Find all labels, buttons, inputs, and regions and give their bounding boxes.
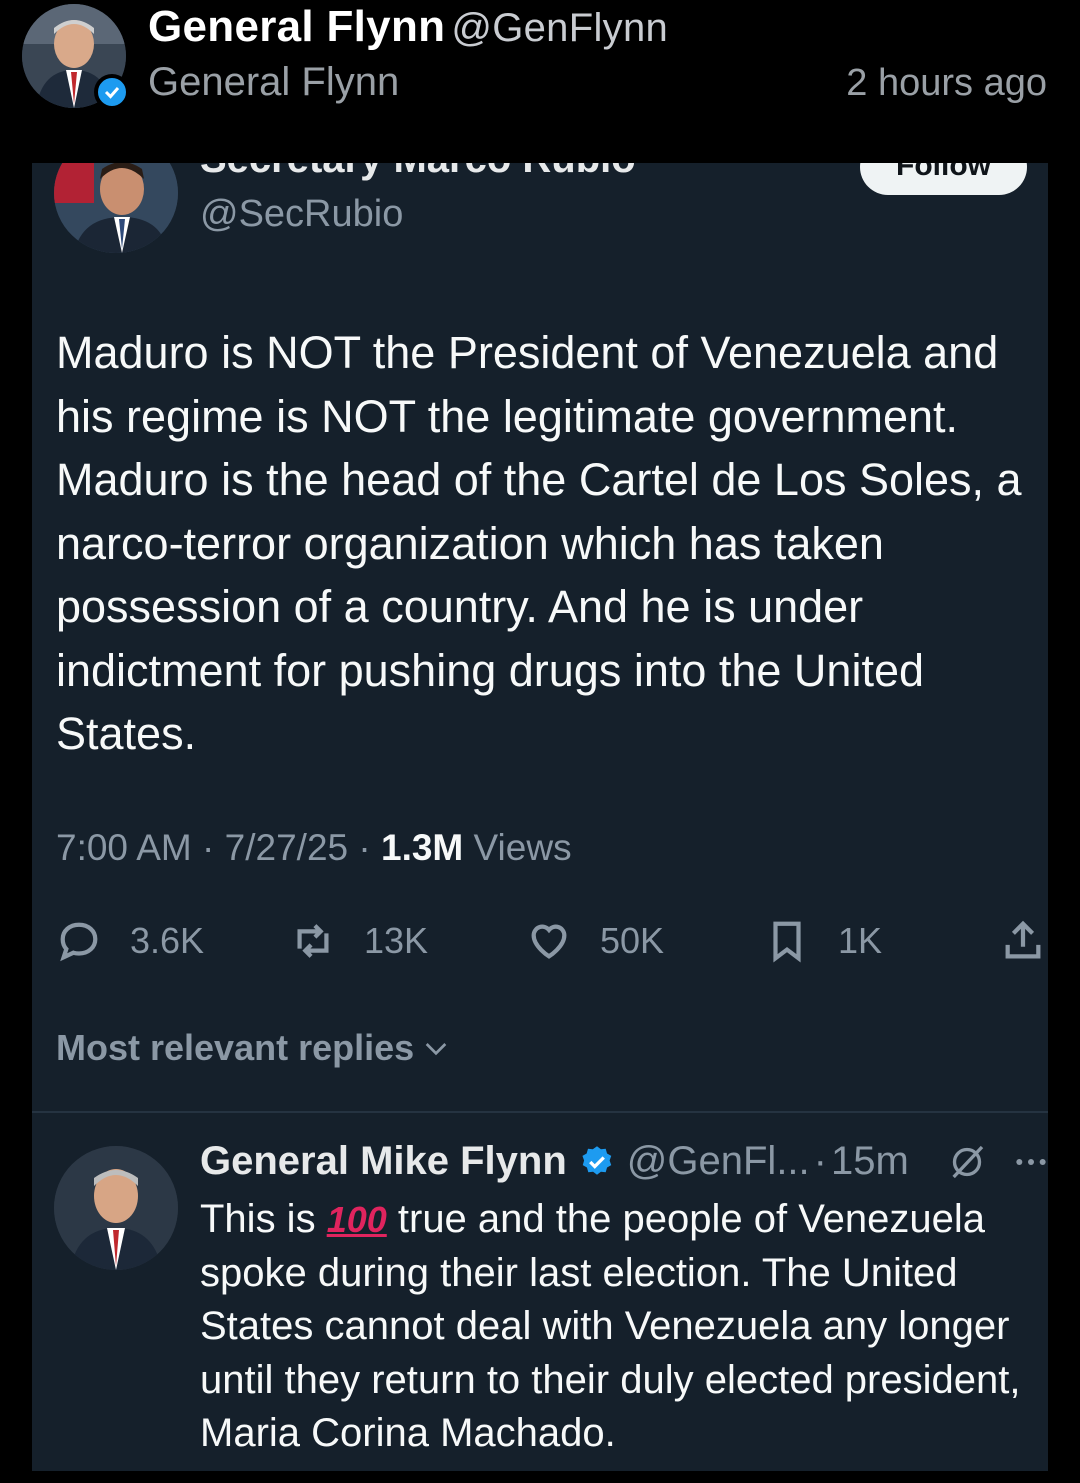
tweet-time: 7:00 AM bbox=[56, 827, 192, 868]
more-options-icon[interactable] bbox=[1011, 1142, 1048, 1182]
reply-header: General Mike Flynn @GenFl... · 15m bbox=[200, 1139, 1048, 1184]
like-count: 50K bbox=[600, 920, 665, 961]
follow-button[interactable]: Follow bbox=[860, 163, 1027, 195]
bookmark-count: 1K bbox=[838, 920, 883, 961]
rubio-avatar[interactable] bbox=[54, 163, 178, 253]
poster-name-line: General Flynn @GenFlynn bbox=[148, 2, 668, 52]
post-header: General Flynn @GenFlynn General Flynn 2 h… bbox=[0, 0, 1080, 140]
tweet-date: 7/27/25 bbox=[224, 827, 349, 868]
heart-icon bbox=[531, 924, 567, 959]
verified-badge-icon bbox=[582, 1145, 612, 1175]
replies-sort-label: Most relevant replies bbox=[56, 1027, 415, 1068]
repost-action[interactable]: 13K bbox=[290, 918, 428, 964]
replies-sort-dropdown[interactable]: Most relevant replies bbox=[56, 1027, 452, 1069]
reply-time: 15m bbox=[830, 1139, 909, 1183]
post-timestamp: 2 hours ago bbox=[846, 62, 1047, 104]
reply-icon bbox=[60, 922, 98, 962]
repost-icon bbox=[297, 924, 329, 958]
reply-body: This is 100 true and the people of Venez… bbox=[200, 1193, 1048, 1461]
separator-dot: · bbox=[813, 1139, 827, 1183]
bookmark-icon bbox=[773, 921, 801, 963]
rubio-name-cropped: Secretary Marco Rubio bbox=[200, 163, 636, 182]
share-icon bbox=[1005, 920, 1041, 959]
reply-body-start: This is bbox=[200, 1197, 327, 1241]
tweet-body: Maduro is NOT the President of Venezuela… bbox=[56, 327, 1022, 759]
rubio-handle[interactable]: @SecRubio bbox=[200, 193, 403, 236]
views-label: Views bbox=[473, 827, 572, 868]
reply-author-handle[interactable]: @GenFl... bbox=[627, 1139, 810, 1184]
embedded-tweet-screenshot: Secretary Marco Rubio Follow @SecRubio M… bbox=[32, 163, 1048, 1471]
share-action[interactable] bbox=[1000, 918, 1046, 964]
grok-icon[interactable] bbox=[947, 1142, 987, 1182]
poster-subtitle: General Flynn bbox=[148, 60, 400, 104]
repost-count: 13K bbox=[364, 920, 429, 961]
divider bbox=[32, 1111, 1048, 1113]
tweet-actions: 3.6K 13K 50K 1K bbox=[32, 918, 1048, 968]
hundred-points-icon: 100 bbox=[326, 1199, 387, 1240]
reply-avatar[interactable] bbox=[54, 1146, 178, 1270]
tweet-meta: 7:00 AM · 7/27/25 · 1.3M Views bbox=[56, 827, 572, 868]
reply-author-name[interactable]: General Mike Flynn bbox=[200, 1139, 567, 1184]
bookmark-action[interactable]: 1K bbox=[764, 918, 882, 964]
verified-badge-icon bbox=[94, 74, 130, 110]
poster-name[interactable]: General Flynn bbox=[148, 2, 445, 51]
like-action[interactable]: 50K bbox=[526, 918, 664, 964]
reply-count: 3.6K bbox=[130, 920, 205, 961]
poster-handle[interactable]: @GenFlynn bbox=[451, 6, 668, 50]
views-count: 1.3M bbox=[381, 827, 464, 868]
reply-action[interactable]: 3.6K bbox=[56, 918, 204, 964]
chevron-down-icon bbox=[425, 1043, 447, 1056]
poster-avatar-wrap[interactable] bbox=[22, 4, 130, 110]
